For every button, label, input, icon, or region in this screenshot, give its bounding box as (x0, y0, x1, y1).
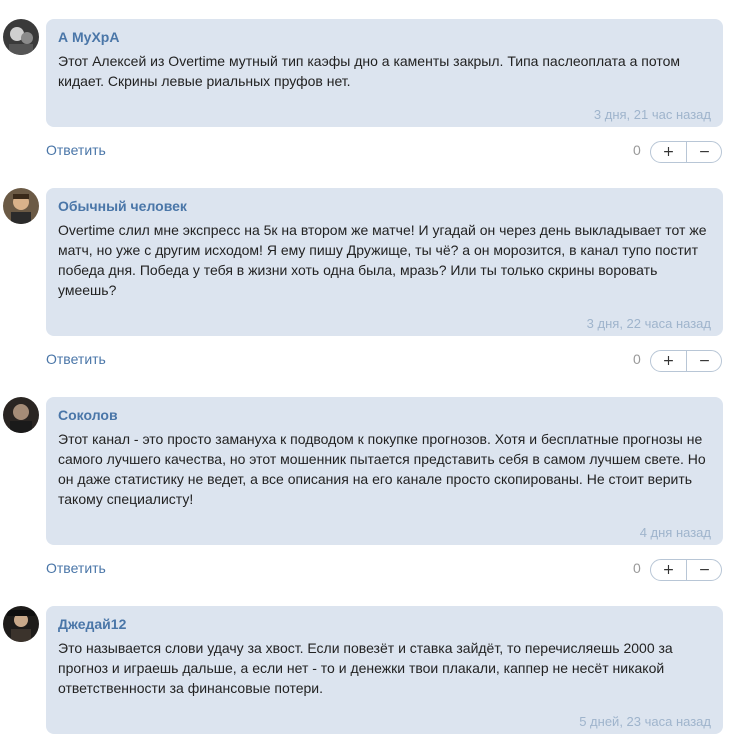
comment-author[interactable]: Джедай12 (58, 616, 126, 632)
reply-link[interactable]: Ответить (46, 142, 106, 158)
reply-link[interactable]: Ответить (46, 351, 106, 367)
comment-timestamp: 3 дня, 22 часа назад (586, 316, 711, 331)
downvote-button[interactable]: − (687, 560, 722, 580)
comment-text: Это называется слови удачу за хвост. Есл… (58, 640, 673, 696)
vote-buttons: + − (650, 350, 722, 372)
avatar[interactable] (3, 397, 39, 433)
comment-timestamp: 5 дней, 23 часа назад (579, 714, 711, 729)
comment-author[interactable]: Соколов (58, 407, 118, 423)
comment-timestamp: 4 дня назад (639, 525, 711, 540)
rating-count: 0 (633, 560, 641, 576)
comment-text: Overtime слил мне экспресс на 5к на втор… (58, 222, 707, 298)
comment-bubble: А МуХрА Этот Алексей из Overtime мутный … (46, 19, 723, 127)
upvote-button[interactable]: + (651, 351, 687, 371)
downvote-button[interactable]: − (687, 142, 722, 162)
downvote-button[interactable]: − (687, 351, 722, 371)
reply-link[interactable]: Ответить (46, 560, 106, 576)
comment-bubble: Джедай12 Это называется слови удачу за х… (46, 606, 723, 734)
comment-author[interactable]: А МуХрА (58, 29, 119, 45)
vote-buttons: + − (650, 559, 722, 581)
comment-text: Этот Алексей из Overtime мутный тип каэф… (58, 53, 680, 89)
rating-count: 0 (633, 142, 641, 158)
comment-timestamp: 3 дня, 21 час назад (593, 107, 711, 122)
upvote-button[interactable]: + (651, 142, 687, 162)
vote-buttons: + − (650, 141, 722, 163)
comment-author[interactable]: Обычный человек (58, 198, 187, 214)
comment-bubble: Обычный человек Overtime слил мне экспре… (46, 188, 723, 336)
comment-bubble: Соколов Этот канал - это просто замануха… (46, 397, 723, 545)
rating-count: 0 (633, 351, 641, 367)
upvote-button[interactable]: + (651, 560, 687, 580)
comment-text: Этот канал - это просто замануха к подво… (58, 431, 706, 507)
avatar[interactable] (3, 606, 39, 642)
avatar[interactable] (3, 19, 39, 55)
avatar[interactable] (3, 188, 39, 224)
